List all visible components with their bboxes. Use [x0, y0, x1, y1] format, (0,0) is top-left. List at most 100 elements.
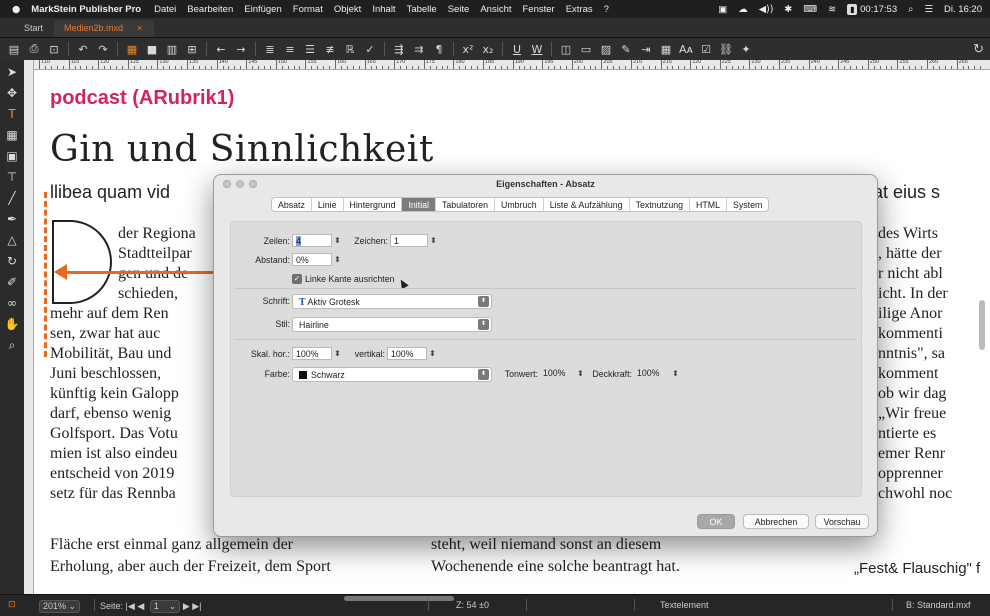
image-tool-icon[interactable]: ▣ — [3, 146, 21, 166]
deckkraft-field[interactable]: 100% — [634, 367, 670, 380]
vertikal-stepper-icon[interactable]: ⬍ — [428, 347, 437, 360]
vertikal-field[interactable]: 100% — [387, 347, 427, 360]
apple-menu-icon[interactable]: ● — [12, 4, 20, 15]
print-icon[interactable]: ⎙ — [26, 41, 42, 57]
status-app-icon[interactable]: ▣ — [718, 4, 727, 15]
subscript-icon[interactable]: x₂ — [480, 41, 496, 57]
box-icon[interactable]: ■ — [144, 41, 160, 57]
link-icon[interactable]: ⛓ — [718, 41, 734, 57]
style-icon[interactable]: ✎ — [618, 41, 634, 57]
eyedropper-icon[interactable]: ✐ — [3, 272, 21, 292]
align-left-icon[interactable]: ≣ — [262, 41, 278, 57]
zeichen-stepper-icon[interactable]: ⬍ — [429, 234, 438, 247]
redo-icon[interactable]: ↷ — [95, 41, 111, 57]
rotate-icon[interactable]: ↻ — [3, 251, 21, 271]
menu-help[interactable]: ? — [604, 4, 609, 15]
wifi-icon[interactable]: ≋ — [828, 4, 836, 15]
grid-icon[interactable]: ⊞ — [184, 41, 200, 57]
zeichen-field[interactable]: 1 — [390, 234, 428, 247]
app-menu[interactable]: MarkStein Publisher Pro — [31, 4, 141, 15]
magic-icon[interactable]: ✦ — [738, 41, 754, 57]
line-tool-icon[interactable]: ╱ — [3, 188, 21, 208]
menu-fenster[interactable]: Fenster — [523, 4, 555, 15]
body-line-mid[interactable]: steht, weil niemand sonst an diesem — [431, 535, 661, 555]
text-column-right[interactable]: des Wirts , hätte der r nicht abl icht. … — [854, 70, 990, 594]
farbe-select[interactable]: Schwarz ⬍ — [292, 367, 492, 382]
pen-tool-icon[interactable]: ✒ — [3, 209, 21, 229]
clock[interactable]: Di. 16:20 — [944, 4, 982, 15]
justify-icon[interactable]: ≢ — [322, 41, 338, 57]
polygon-icon[interactable]: △ — [3, 230, 21, 250]
skal-hor-field[interactable]: 100% — [292, 347, 332, 360]
deckkraft-stepper-icon[interactable]: ⬍ — [671, 367, 680, 380]
horizontal-ruler[interactable]: 110 115 120 125 130 135 140 145 150 155 160 165 170 1… — [34, 60, 990, 70]
abstand-stepper-icon[interactable]: ⬍ — [333, 253, 342, 266]
page-icon[interactable]: ▤ — [6, 41, 22, 57]
pointer-icon[interactable]: ➤ — [3, 62, 21, 82]
vertical-ruler[interactable] — [24, 60, 34, 594]
body-line-mid[interactable]: Wochenende eine solche beantragt hat. — [431, 557, 680, 577]
linke-kante-label[interactable]: Linke Kante ausrichten — [305, 274, 395, 284]
hand-move-icon[interactable]: ✥ — [3, 83, 21, 103]
spellcheck-icon[interactable]: ✓ — [362, 41, 378, 57]
tab-umbruch[interactable]: Umbruch — [495, 198, 544, 211]
hand-icon[interactable]: ✋ — [3, 314, 21, 334]
menu-extras[interactable]: Extras — [566, 4, 593, 15]
control-center-icon[interactable]: ☰ — [924, 4, 933, 15]
menu-objekt[interactable]: Objekt — [334, 4, 361, 15]
menu-datei[interactable]: Datei — [154, 4, 176, 15]
keyboard-icon[interactable]: ⌨ — [803, 4, 817, 15]
battery-indicator[interactable]: ▮ 00:17:53 — [847, 3, 897, 15]
tab-liste-aufzaehlung[interactable]: Liste & Aufzählung — [544, 198, 630, 211]
tab-medien2b[interactable]: Medien2b.mxd × — [54, 20, 154, 37]
horizontal-scrollbar[interactable] — [344, 596, 454, 601]
image-icon[interactable]: ▨ — [598, 41, 614, 57]
first-page-icon[interactable]: |◀ — [126, 601, 135, 611]
text-flow-icon[interactable]: ⇶ — [391, 41, 407, 57]
back-icon[interactable]: ← — [213, 41, 229, 57]
zoom-select[interactable]: 201% ⌄ — [36, 600, 81, 613]
tab-html[interactable]: HTML — [690, 198, 727, 211]
preview-button[interactable]: Vorschau — [815, 514, 869, 529]
list-icon[interactable]: ▦ — [658, 41, 674, 57]
prev-page-icon[interactable]: ◀ — [137, 601, 144, 611]
cancel-button[interactable]: Abbrechen — [743, 514, 809, 529]
forward-icon[interactable]: → — [233, 41, 249, 57]
fit-icon[interactable]: ⊡ — [46, 41, 62, 57]
schrift-select[interactable]: T Aktiv Grotesk ⬍ — [292, 294, 492, 309]
zeilen-stepper-icon[interactable]: ⬍ — [333, 234, 342, 247]
tonwert-stepper-icon[interactable]: ⬍ — [576, 367, 585, 380]
linke-kante-checkbox[interactable]: ✓ — [292, 274, 302, 284]
bluetooth-icon[interactable]: ✱ — [784, 4, 792, 15]
stil-select[interactable]: Hairline ⬍ — [292, 317, 492, 332]
search-icon[interactable]: ⌕ — [908, 4, 913, 15]
frame-icon[interactable]: ▦ — [124, 41, 140, 57]
word-underline-icon[interactable]: W — [529, 41, 545, 57]
text-wrap-icon[interactable]: ⇉ — [411, 41, 427, 57]
underline-icon[interactable]: U — [509, 41, 525, 57]
paragraph-icon[interactable]: ¶ — [431, 41, 447, 57]
zeilen-field[interactable]: 4 — [292, 234, 332, 247]
comment-icon[interactable]: ▭ — [578, 41, 594, 57]
text-frame-icon[interactable]: ⊤ — [3, 167, 21, 187]
kerning-icon[interactable]: ℝ — [342, 41, 358, 57]
vertical-scrollbar[interactable] — [979, 300, 985, 350]
tab-linie[interactable]: Linie — [312, 198, 344, 211]
view-mode-icon[interactable]: ⊡ — [8, 600, 16, 610]
next-page-icon[interactable]: ▶ — [183, 601, 190, 611]
tab-system[interactable]: System — [727, 198, 768, 211]
tab-icon[interactable]: ⇥ — [638, 41, 654, 57]
undo-icon[interactable]: ↶ — [75, 41, 91, 57]
menu-seite[interactable]: Seite — [448, 4, 470, 15]
page-field[interactable]: 1 ⌄ — [149, 600, 181, 613]
columns-icon[interactable]: ▥ — [164, 41, 180, 57]
tab-tabulatoren[interactable]: Tabulatoren — [436, 198, 495, 211]
tab-textnutzung[interactable]: Textnutzung — [630, 198, 691, 211]
align-right-icon[interactable]: ☰ — [302, 41, 318, 57]
refresh-icon[interactable]: ↻ — [973, 41, 984, 57]
last-page-icon[interactable]: ▶| — [192, 601, 201, 611]
tab-start[interactable]: Start — [14, 20, 53, 37]
table-icon[interactable]: ◫ — [558, 41, 574, 57]
menu-ansicht[interactable]: Ansicht — [480, 4, 511, 15]
cloud-icon[interactable]: ☁ — [738, 4, 748, 15]
